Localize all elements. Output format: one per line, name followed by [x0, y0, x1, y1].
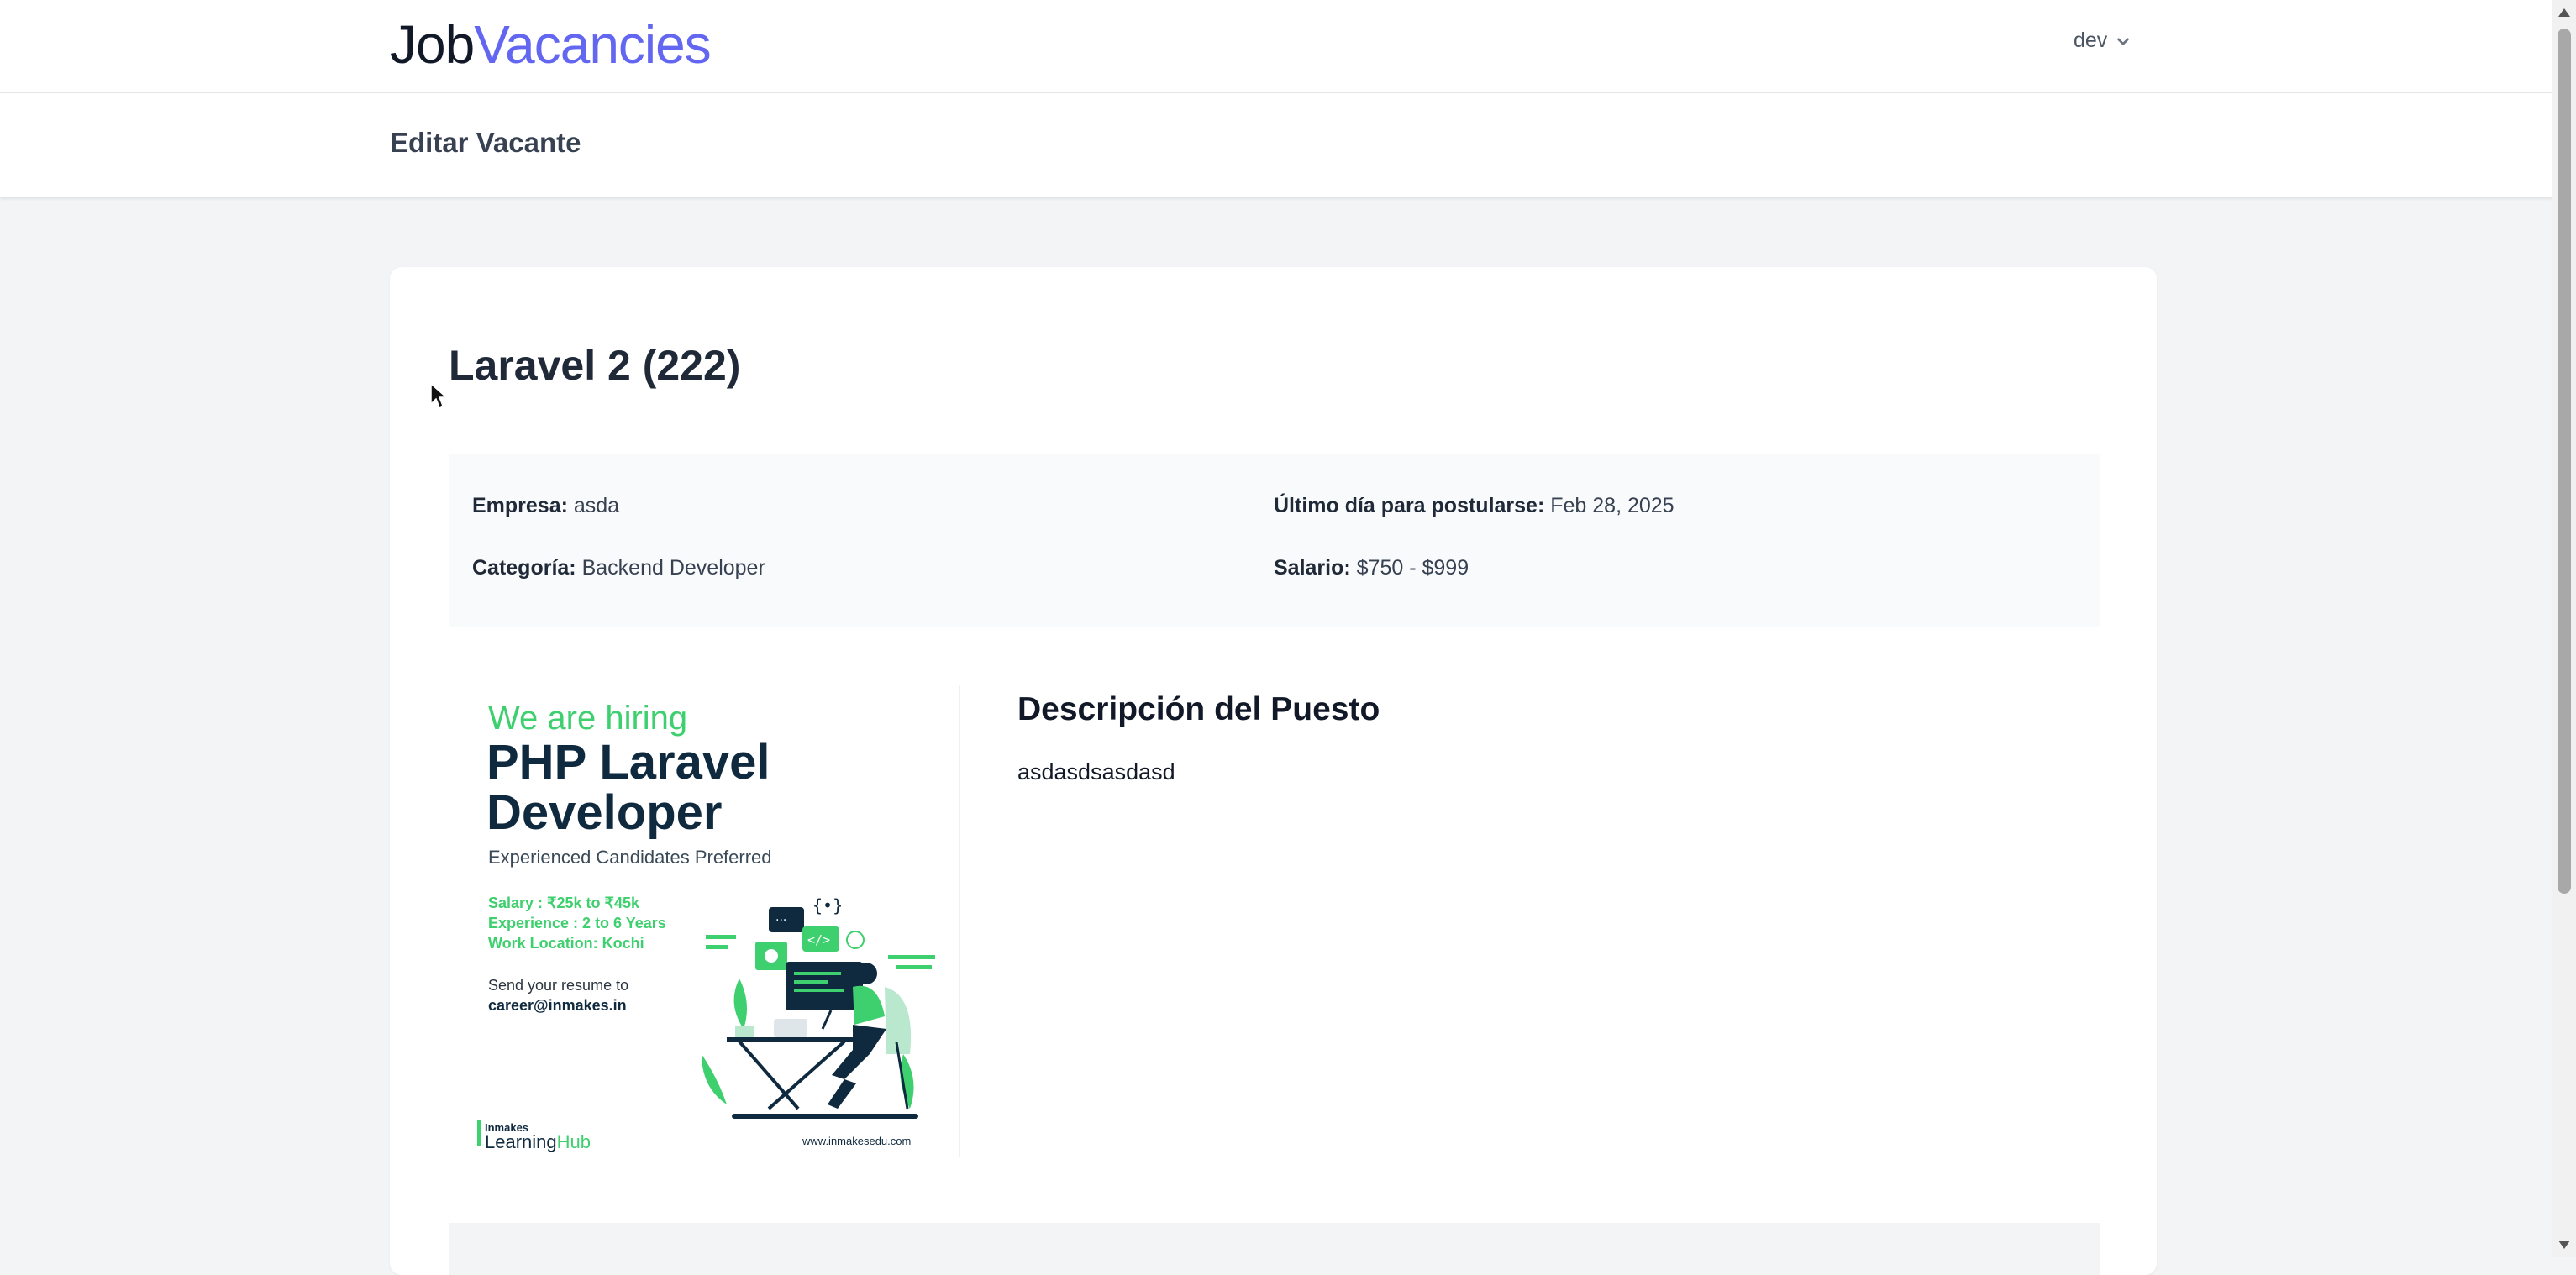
mouse-cursor-icon	[430, 382, 448, 409]
svg-text:{•}: {•}	[812, 895, 843, 916]
vacancy-info-box: Empresa: asda Último día para postularse…	[449, 454, 2100, 627]
svg-text:···: ···	[775, 914, 786, 927]
brand-logo[interactable]: JobVacancies	[390, 12, 712, 77]
salary-label: Salario:	[1274, 556, 1351, 580]
poster-title-line2: Developer	[486, 785, 722, 840]
company-info: Empresa: asda	[472, 494, 619, 518]
poster-org-line2-a: Learning	[485, 1131, 557, 1152]
company-label: Empresa:	[472, 494, 568, 517]
user-name: dev	[2074, 29, 2108, 52]
brand-logo-part2: Vacancies	[474, 14, 712, 75]
vertical-scrollbar[interactable]	[2552, 0, 2576, 1257]
vacancy-title: Laravel 2 (222)	[449, 342, 741, 389]
poster-org-line2: LearningHub	[485, 1131, 591, 1152]
svg-text:</>: </>	[807, 932, 830, 947]
poster-salary: Salary : ₹25k to ₹45k	[488, 895, 640, 911]
page-header: Editar Vacante	[0, 93, 2552, 197]
vacancy-card: Laravel 2 (222) Empresa: asda Último día…	[390, 267, 2157, 1275]
poster-graphic: We are hiring PHP Laravel Developer Expe…	[449, 685, 959, 1157]
user-menu-dropdown[interactable]: dev	[2074, 29, 2132, 53]
poster-org-line2-b: Hub	[557, 1131, 591, 1152]
company-value: asda	[573, 494, 620, 517]
poster-location: Work Location: Kochi	[488, 935, 644, 952]
vacancy-image: We are hiring PHP Laravel Developer Expe…	[449, 685, 960, 1157]
page-title: Editar Vacante	[390, 127, 581, 158]
poster-subtitle: Experienced Candidates Preferred	[488, 847, 772, 868]
poster-send-text: Send your resume to	[488, 977, 628, 994]
salary-info: Salario: $750 - $999	[1274, 556, 1469, 580]
poster-tagline: We are hiring	[488, 700, 687, 737]
chevron-down-icon	[2117, 37, 2130, 45]
deadline-label: Último día para postularse:	[1274, 494, 1545, 517]
poster-website: www.inmakesedu.com	[802, 1135, 911, 1147]
category-info: Categoría: Backend Developer	[472, 556, 765, 580]
category-value: Backend Developer	[581, 556, 765, 580]
apply-section	[449, 1223, 2100, 1275]
scroll-down-arrow-icon[interactable]	[2558, 1241, 2570, 1249]
description-title: Descripción del Puesto	[1017, 691, 1380, 727]
description-text: asdasdsasdasd	[1017, 759, 1175, 784]
poster-experience: Experience : 2 to 6 Years	[488, 915, 666, 931]
category-label: Categoría:	[472, 556, 576, 580]
scrollbar-thumb[interactable]	[2558, 29, 2571, 894]
brand-logo-part1: Job	[390, 14, 475, 75]
scroll-up-arrow-icon[interactable]	[2558, 8, 2570, 17]
poster-title-line1: PHP Laravel	[486, 735, 770, 790]
salary-value: $750 - $999	[1356, 556, 1469, 580]
deadline-info: Último día para postularse: Feb 28, 2025	[1274, 494, 1674, 518]
navbar: JobVacancies dev	[0, 0, 2552, 93]
deadline-value: Feb 28, 2025	[1550, 494, 1674, 517]
poster-email: career@inmakes.in	[488, 997, 627, 1014]
